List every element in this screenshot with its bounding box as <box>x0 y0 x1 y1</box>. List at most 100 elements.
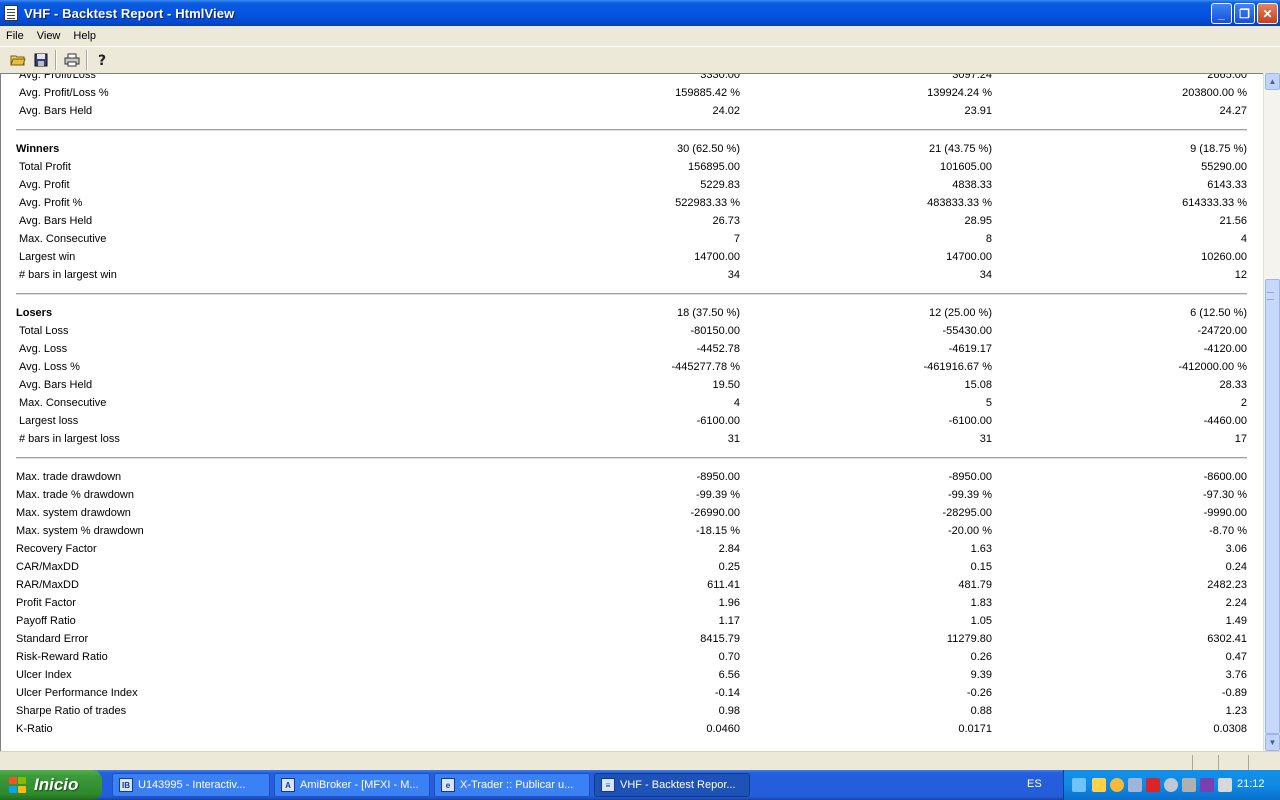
stat-value-all-trades: 0.25 <box>718 561 740 573</box>
stat-row: Largest win 14700.00 14700.00 10260.00 <box>1 248 1263 266</box>
stat-label: Largest loss <box>19 415 79 427</box>
taskbar-item-interactive-brokers[interactable]: IB U143995 - Interactiv... <box>112 773 270 797</box>
stat-value-short-trades: 2.24 <box>1225 597 1247 609</box>
menu-file[interactable]: File <box>0 30 31 42</box>
help-button[interactable]: ? <box>91 49 114 71</box>
stat-label: Ulcer Index <box>16 669 72 681</box>
taskbar-item-x-trader[interactable]: e X-Trader :: Publicar u... <box>434 773 590 797</box>
stat-value-short-trades: -8600.00 <box>1203 471 1247 483</box>
taskbar-item-label: VHF - Backtest Repor... <box>620 779 736 791</box>
taskbar-item-amibroker[interactable]: A AmiBroker - [MFXI - M... <box>274 773 430 797</box>
taskbar-item-label: AmiBroker - [MFXI - M... <box>300 779 419 791</box>
stat-label: Payoff Ratio <box>16 615 76 627</box>
section-divider <box>1 448 1263 468</box>
open-folder-icon <box>9 55 26 66</box>
stat-value-all-trades: 5229.83 <box>700 179 740 191</box>
stat-row: Avg. Loss -4452.78 -4619.17 -4120.00 <box>1 340 1263 358</box>
network-icon[interactable] <box>1072 778 1086 792</box>
stat-value-long-trades: -6100.00 <box>948 415 992 427</box>
close-button[interactable]: ✕ <box>1257 3 1278 24</box>
status-pane <box>1192 755 1216 770</box>
stat-value-all-trades: 522983.33 % <box>675 197 740 209</box>
stat-value-short-trades: -9990.00 <box>1203 507 1247 519</box>
stat-label: Max. system drawdown <box>16 507 131 519</box>
stat-value-all-trades: 3330.00 <box>700 73 740 81</box>
vertical-scrollbar[interactable]: ▲ ▼ <box>1263 73 1280 751</box>
stat-value-short-trades: 0.24 <box>1225 561 1247 573</box>
stat-value-long-trades: 9.39 <box>970 669 992 681</box>
signal-icon[interactable] <box>1092 778 1106 792</box>
stat-row: Max. system % drawdown -18.15 % -20.00 % -8… <box>1 522 1263 540</box>
stat-value-short-trades: 28.33 <box>1219 379 1247 391</box>
stat-value-short-trades: 55290.00 <box>1201 161 1247 173</box>
stat-value-short-trades: -24720.00 <box>1197 325 1247 337</box>
windows-logo-icon <box>8 776 28 794</box>
stat-value-long-trades: 139924.24 % <box>927 87 992 99</box>
stat-row: Payoff Ratio 1.17 1.05 1.49 <box>1 612 1263 630</box>
open-button[interactable] <box>6 49 29 71</box>
scroll-down-button[interactable]: ▼ <box>1265 734 1280 751</box>
stat-label: Avg. Profit % <box>19 197 83 209</box>
stat-value-short-trades: 10260.00 <box>1201 251 1247 263</box>
globe-icon[interactable] <box>1110 778 1124 792</box>
stat-value-long-trades: 3097.24 <box>952 73 992 81</box>
taskbar-item-label: X-Trader :: Publicar u... <box>460 779 574 791</box>
stat-row: Avg. Profit/Loss % 159885.42 % 139924.24 %… <box>1 84 1263 102</box>
menu-view[interactable]: View <box>31 30 68 42</box>
scroll-up-button[interactable]: ▲ <box>1265 73 1280 90</box>
stat-value-long-trades: 101605.00 <box>940 161 992 173</box>
usb-icon[interactable] <box>1218 778 1232 792</box>
stat-label: Max. Consecutive <box>19 397 107 409</box>
stat-value-short-trades: 2482.23 <box>1207 579 1247 591</box>
stat-value-all-trades: -18.15 % <box>695 525 740 537</box>
stat-value-long-trades: -55430.00 <box>942 325 992 337</box>
toolbar: ? <box>0 46 1280 73</box>
stat-label: Avg. Loss <box>19 343 68 355</box>
stat-value-long-trades: 0.0171 <box>958 723 992 735</box>
toolbar-separator <box>86 50 88 70</box>
stat-value-all-trades: -445277.78 % <box>671 361 741 373</box>
stat-value-short-trades: -412000.00 % <box>1178 361 1248 373</box>
printer-icon[interactable] <box>1182 778 1196 792</box>
stat-row: Profit Factor 1.96 1.83 2.24 <box>1 594 1263 612</box>
stat-value-all-trades: -6100.00 <box>696 415 740 427</box>
stat-value-short-trades: -4120.00 <box>1203 343 1247 355</box>
scroll-thumb[interactable] <box>1265 279 1280 734</box>
stat-value-short-trades: -97.30 % <box>1202 489 1247 501</box>
volume-icon[interactable] <box>1164 778 1178 792</box>
stat-value-all-trades: 24.02 <box>712 105 740 117</box>
taskbar-item-backtest-report[interactable]: ≡ VHF - Backtest Repor... <box>594 773 750 797</box>
backtest-report: Avg. Profit/Loss 3330.00 3097.24 2665.00 Avg… <box>1 73 1263 738</box>
menu-help[interactable]: Help <box>67 30 103 42</box>
stat-value-all-trades: 8415.79 <box>700 633 740 645</box>
stat-row: Max. trade drawdown -8950.00 -8950.00 -8600… <box>1 468 1263 486</box>
stat-row: # bars in largest loss 31 31 17 <box>1 430 1263 448</box>
language-indicator[interactable]: ES <box>1027 778 1042 790</box>
stat-row: Avg. Bars Held 19.50 15.08 28.33 <box>1 376 1263 394</box>
restore-button[interactable]: ❐ <box>1234 3 1255 24</box>
report-view[interactable]: Avg. Profit/Loss 3330.00 3097.24 2665.00 Avg… <box>0 73 1263 751</box>
stat-row: Max. trade % drawdown -99.39 % -99.39 % -97… <box>1 486 1263 504</box>
restore-icon: ❐ <box>1239 6 1250 21</box>
stat-value-all-trades: 6.56 <box>718 669 740 681</box>
stat-value-long-trades: 481.79 <box>958 579 992 591</box>
print-button[interactable] <box>60 49 83 71</box>
stat-label: Profit Factor <box>16 597 76 609</box>
stat-row: Max. Consecutive 4 5 2 <box>1 394 1263 412</box>
stat-label: Max. system % drawdown <box>16 525 144 537</box>
ati-icon[interactable] <box>1146 778 1160 792</box>
start-button[interactable]: Inicio <box>0 770 102 800</box>
save-button[interactable] <box>29 49 52 71</box>
stat-value-long-trades: 31 <box>979 433 992 445</box>
computer-icon[interactable] <box>1128 778 1142 792</box>
stat-label: Total Profit <box>19 161 71 173</box>
stat-label: Winners <box>16 143 60 155</box>
stat-value-short-trades: 12 <box>1234 269 1247 281</box>
section-header-row: Winners 30 (62.50 %) 21 (43.75 %) 9 (18.75 … <box>1 140 1263 158</box>
app-tray-icon[interactable] <box>1200 778 1214 792</box>
minimize-button[interactable]: _ <box>1211 3 1232 24</box>
stat-row: Avg. Profit 5229.83 4838.33 6143.33 <box>1 176 1263 194</box>
stat-value-all-trades: 26.73 <box>712 215 740 227</box>
internet-explorer-icon: e <box>441 778 455 792</box>
stat-label: Avg. Profit <box>19 179 70 191</box>
